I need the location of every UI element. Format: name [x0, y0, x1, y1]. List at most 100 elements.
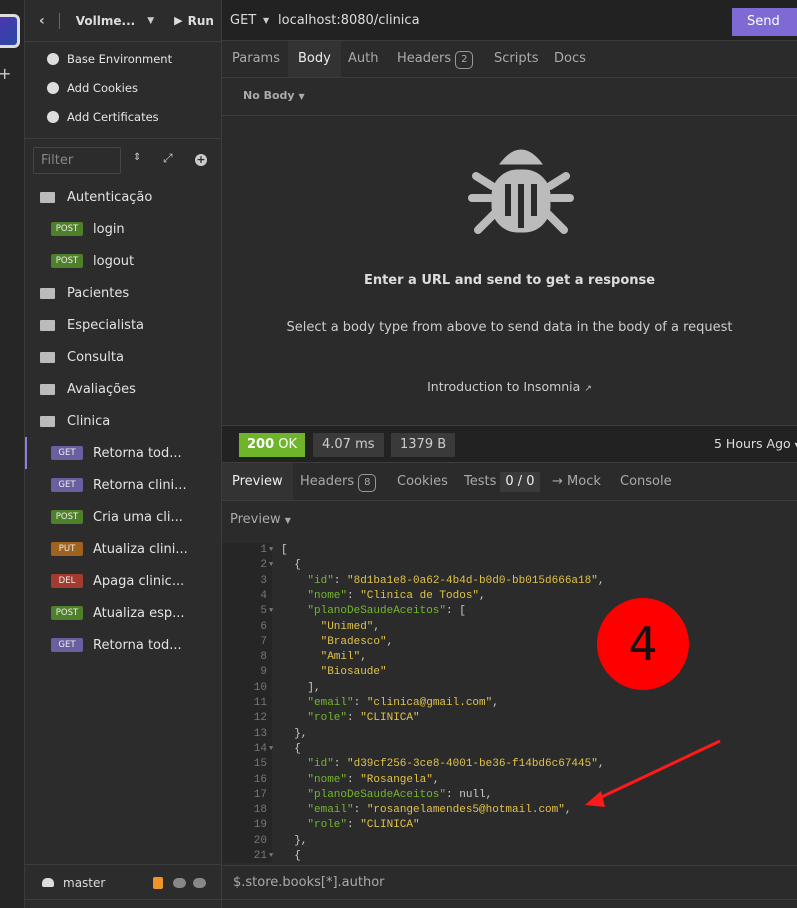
- url-bar: GET ▼ localhost:8080/clinica Send: [222, 0, 797, 41]
- line-number: 21: [253, 850, 267, 862]
- tab-auth[interactable]: Auth: [338, 41, 388, 77]
- code-line: 2 ▼ {: [222, 558, 797, 573]
- response-body-viewer[interactable]: 1 ▼[2 ▼{3 "id": "8d1ba1e8-0a62-4b4d-b0d0-bb…: [222, 543, 797, 863]
- code-text: "id": "d39cf256-3ce8-4001-be36-f14bd6c67…: [307, 757, 604, 772]
- folder-item[interactable]: Autenticação: [25, 181, 221, 213]
- json-token: "CLINICA": [360, 819, 420, 832]
- tree-item-label: Cria uma cli...: [93, 509, 183, 525]
- play-icon[interactable]: ▶: [174, 14, 182, 27]
- tab-label: Headers: [397, 51, 452, 66]
- code-text: "role": "CLINICA": [307, 818, 419, 833]
- project-name[interactable]: Vollme...: [76, 14, 135, 28]
- intro-link[interactable]: Introduction to Insomnia ↗: [222, 379, 797, 394]
- request-item[interactable]: GET Retorna tod...: [25, 629, 221, 661]
- empty-subtitle: Select a body type from above to send da…: [286, 320, 733, 335]
- sort-icon[interactable]: ⇕: [133, 152, 141, 163]
- add-circle-icon[interactable]: +: [195, 154, 207, 166]
- tab-console[interactable]: Console: [610, 463, 682, 500]
- annotation-arrow: [585, 739, 721, 807]
- folder-item[interactable]: Pacientes: [25, 277, 221, 309]
- folder-item[interactable]: Consulta: [25, 341, 221, 373]
- send-button[interactable]: Send: [732, 8, 797, 36]
- method-select[interactable]: GET: [230, 13, 256, 28]
- tree-item-label: Apaga clinic...: [93, 573, 185, 589]
- chevron-left-icon[interactable]: ‹: [39, 13, 45, 29]
- run-button[interactable]: Run: [188, 14, 214, 28]
- folder-item[interactable]: Clinica: [25, 405, 221, 437]
- line-number: 3: [260, 574, 267, 587]
- env-item[interactable]: Add Cookies: [47, 81, 138, 95]
- env-item-label: Base Environment: [67, 52, 173, 66]
- app-rail: +: [0, 0, 25, 908]
- folder-item[interactable]: Avaliações: [25, 373, 221, 405]
- line-number: 19: [253, 819, 267, 832]
- json-token: ,: [597, 574, 605, 587]
- line-number: 1: [260, 544, 267, 556]
- line-number: 16: [253, 773, 267, 786]
- line-number: 11: [253, 697, 267, 709]
- line-number: 5: [260, 605, 267, 618]
- json-token: "CLINICA": [360, 712, 420, 725]
- line-number: 8: [260, 651, 267, 664]
- tab-headers[interactable]: Headers 2: [387, 41, 483, 77]
- response-size: 1379 B: [391, 433, 456, 457]
- body-type-select[interactable]: No Body ▼: [243, 89, 305, 102]
- request-item[interactable]: POST logout: [25, 245, 221, 277]
- filter-input[interactable]: Filter: [33, 147, 121, 174]
- request-item[interactable]: POST Atualiza esp...: [25, 597, 221, 629]
- chevron-down-icon[interactable]: ▼: [263, 16, 269, 25]
- json-token: ,: [492, 697, 499, 709]
- preview-mode-select[interactable]: Preview ▼: [230, 512, 291, 527]
- tab-label: Headers: [300, 474, 355, 489]
- folder-item[interactable]: Especialista: [25, 309, 221, 341]
- tab-scripts[interactable]: Scripts: [484, 41, 548, 77]
- line-number: 12: [253, 712, 267, 725]
- tree-item-label: Retorna clini...: [93, 477, 187, 493]
- tab-cookies[interactable]: Cookies: [387, 463, 458, 500]
- request-item[interactable]: GET Retorna tod...: [25, 437, 221, 469]
- code-text: {: [294, 849, 301, 863]
- cloud-download-icon[interactable]: [173, 878, 186, 888]
- branch-name[interactable]: master: [63, 876, 105, 890]
- env-item[interactable]: Add Certificates: [47, 110, 159, 124]
- request-item[interactable]: POST login: [25, 213, 221, 245]
- tab-tests[interactable]: Tests 0 / 0: [454, 463, 550, 500]
- url-input[interactable]: localhost:8080/clinica: [278, 13, 420, 28]
- fold-arrow-icon[interactable]: ▼: [269, 543, 273, 558]
- tab-label: Scripts: [494, 51, 539, 66]
- jsonpath-filter-input[interactable]: $.store.books[*].author: [233, 875, 385, 890]
- method-badge: GET: [51, 478, 83, 492]
- json-token: :: [347, 589, 361, 602]
- tab-headers[interactable]: Headers 8: [290, 463, 386, 500]
- request-item[interactable]: POST Cria uma cli...: [25, 501, 221, 533]
- folder-icon: [40, 319, 55, 331]
- tab-mock[interactable]: → Mock: [542, 463, 611, 500]
- tab-label: Docs: [554, 51, 586, 66]
- code-line: 1 ▼ [: [222, 543, 797, 558]
- add-icon[interactable]: +: [0, 64, 11, 83]
- home-button[interactable]: [0, 14, 20, 48]
- fold-arrow-icon[interactable]: ▼: [269, 604, 273, 619]
- fold-arrow-icon[interactable]: ▼: [269, 558, 273, 573]
- code-line: 11 "email": "clinica@gmail.com",: [222, 696, 797, 711]
- json-token: "rosangelamendes5@hotmail.com": [366, 804, 565, 817]
- request-item[interactable]: GET Retorna clini...: [25, 469, 221, 501]
- sync-box-icon[interactable]: [153, 877, 163, 889]
- json-token: ,: [360, 651, 367, 664]
- expand-icon[interactable]: ⤢: [163, 151, 173, 166]
- tab-docs[interactable]: Docs: [544, 41, 596, 77]
- code-text: ],: [307, 681, 320, 696]
- tab-preview[interactable]: Preview: [222, 463, 293, 500]
- line-number: 10: [253, 681, 267, 694]
- tab-body[interactable]: Body: [288, 41, 341, 77]
- fold-arrow-icon[interactable]: ▼: [269, 742, 273, 757]
- chevron-down-icon[interactable]: ▼: [147, 16, 154, 26]
- history-dropdown[interactable]: 5 Hours Ago ▼: [714, 436, 797, 451]
- fold-arrow-icon[interactable]: ▼: [269, 849, 273, 863]
- request-item[interactable]: PUT Atualiza clini...: [25, 533, 221, 565]
- tab-params[interactable]: Params: [222, 41, 290, 77]
- cloud-upload-icon[interactable]: [193, 878, 206, 888]
- env-item[interactable]: Base Environment: [47, 52, 172, 66]
- json-token: "8d1ba1e8-0a62-4b4d-b0d0-bb015d666a18": [347, 574, 598, 587]
- request-item[interactable]: DEL Apaga clinic...: [25, 565, 221, 597]
